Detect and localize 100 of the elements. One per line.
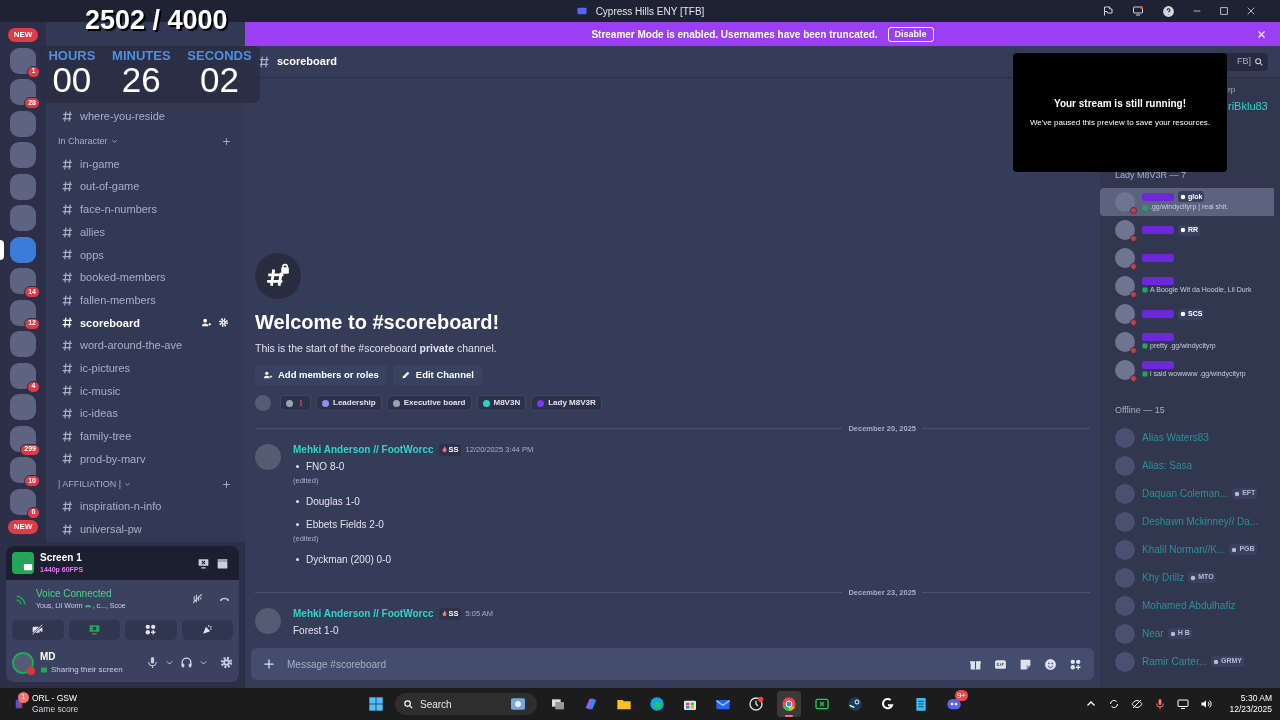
member-avatar <box>1115 220 1135 240</box>
speaker-icon[interactable] <box>1200 698 1213 710</box>
display-icon[interactable] <box>1177 698 1190 710</box>
member-item[interactable]: Alias Waters83 <box>1100 423 1274 452</box>
channel-item[interactable]: prod-by-marv <box>48 447 237 471</box>
taskbar-app-button[interactable] <box>777 691 801 717</box>
channel-item[interactable]: face-n-numbers <box>48 198 237 221</box>
channel-item[interactable]: word-around-the-ave <box>48 334 237 357</box>
channel-item[interactable]: ic-pictures <box>48 356 237 380</box>
chevron-down-icon[interactable] <box>165 658 174 667</box>
maximize-icon[interactable] <box>1219 6 1229 16</box>
add-members-button[interactable]: Add members or roles <box>255 365 387 385</box>
clock[interactable]: 5:30 AM 12/23/2025 <box>1229 693 1272 715</box>
eye-off-icon[interactable] <box>1131 698 1144 710</box>
channel-item[interactable]: universal-pw <box>48 518 237 541</box>
noise-suppression-icon[interactable] <box>191 592 204 606</box>
member-item[interactable]: Deshawn Mckinney// Da... <box>1100 507 1274 536</box>
clapper-icon[interactable] <box>216 556 229 570</box>
help-icon[interactable] <box>1162 4 1175 18</box>
member-group-header: Offline — 15 <box>1114 404 1166 417</box>
server-icon[interactable] <box>10 362 36 389</box>
camera-off-button[interactable] <box>12 619 64 640</box>
channel-item[interactable]: fallen-members <box>48 288 237 312</box>
close-icon[interactable] <box>1246 6 1256 16</box>
server-icon[interactable] <box>10 268 36 294</box>
channel-item[interactable]: ic-music <box>48 379 237 403</box>
clock-icon <box>748 696 764 712</box>
message-input[interactable]: Message #scoreboard <box>251 648 1094 680</box>
microphone-icon[interactable] <box>1154 698 1167 710</box>
flag-icon[interactable] <box>1102 5 1114 17</box>
activities-button[interactable] <box>125 619 177 640</box>
voice-status: Voice Connected <box>36 587 113 601</box>
server-icon[interactable] <box>10 79 36 105</box>
popup-text: We've paused this preview to save your resources. <box>1029 117 1211 129</box>
sync-icon[interactable] <box>1108 698 1121 710</box>
member-avatar <box>1115 539 1135 560</box>
hash-icon <box>61 522 74 536</box>
channel-item[interactable]: family-tree <box>48 424 237 448</box>
emoji-icon[interactable] <box>1044 657 1057 671</box>
sticker-icon[interactable] <box>1019 657 1032 671</box>
member-name[interactable]: Deshawn Mckinney// Da... <box>1142 514 1259 529</box>
member-name[interactable]: Khalil Norman//K... <box>1142 542 1226 557</box>
channel-item[interactable]: out-of-game <box>48 175 237 199</box>
member-item[interactable]: Mohamed Abdulhafiz <box>1100 591 1274 620</box>
hash-icon <box>61 225 74 239</box>
message-text: Forest 1-0 <box>293 624 340 638</box>
add-member-icon[interactable] <box>201 317 212 329</box>
member-item[interactable]: Alias: Sasa <box>1100 451 1274 480</box>
windows-logo-icon[interactable] <box>368 696 384 712</box>
taskbar-search-field[interactable]: Search <box>395 693 537 715</box>
taskbar-app-button[interactable]: 9+ <box>942 691 966 717</box>
member-name[interactable]: Alias Waters83 <box>1142 430 1209 445</box>
member-name[interactable]: Near <box>1142 626 1164 641</box>
channel-item[interactable]: allies <box>48 220 237 244</box>
author-name[interactable]: Mehki Anderson // FootWorcc <box>293 442 434 458</box>
hidden-name <box>1142 332 1174 341</box>
chevron-down-icon[interactable] <box>199 658 208 667</box>
member-name[interactable]: Khy Drillz <box>1142 570 1185 585</box>
channel-item[interactable]: in-game <box>48 152 237 176</box>
microphone-icon[interactable] <box>146 656 159 669</box>
channel-item[interactable]: scoreboard <box>48 311 237 335</box>
apps-icon[interactable] <box>1069 657 1082 671</box>
gif-icon[interactable] <box>994 657 1007 671</box>
hash-icon <box>61 293 74 307</box>
channel-item[interactable]: where-you-reside <box>48 105 237 128</box>
app-icon <box>575 6 588 16</box>
search-text: FB] <box>1237 54 1251 68</box>
hash-icon <box>61 407 74 421</box>
plus-icon[interactable] <box>263 658 275 670</box>
hidden-name <box>1142 310 1174 318</box>
settings-icon[interactable] <box>220 656 233 669</box>
bullet-icon <box>296 557 299 561</box>
person-icon <box>297 398 305 408</box>
add-channel-icon[interactable] <box>222 137 231 147</box>
headphones-icon[interactable] <box>180 656 193 669</box>
monitor-icon[interactable] <box>1131 5 1145 17</box>
soundboard-button[interactable] <box>181 619 233 640</box>
controller-icon <box>814 696 830 712</box>
member-avatar <box>1115 595 1135 616</box>
member-name[interactable]: Ramir Carter... <box>1142 654 1207 669</box>
add-channel-icon[interactable] <box>222 479 231 489</box>
disable-button[interactable]: Disable <box>887 26 934 42</box>
edit-channel-button[interactable]: Edit Channel <box>392 365 482 385</box>
channel-item[interactable]: ic-ideas <box>48 402 237 425</box>
server-icon[interactable] <box>10 299 36 326</box>
user-status: Sharing their screen <box>51 664 123 676</box>
member-name[interactable]: Alias: Sasa <box>1142 458 1193 473</box>
stop-stream-icon[interactable] <box>197 556 210 570</box>
channel-item[interactable]: inspiration-n-info <box>48 495 237 518</box>
screen-icon <box>40 667 48 673</box>
channel-item[interactable]: opps <box>48 243 237 267</box>
stop-stream-button[interactable] <box>68 619 120 640</box>
author-name[interactable]: Mehki Anderson // FootWorcc <box>293 606 434 621</box>
member-name[interactable]: Mohamed Abdulhafiz <box>1142 598 1236 613</box>
channel-item[interactable]: booked-members <box>48 266 237 289</box>
server-icon[interactable] <box>10 425 36 452</box>
category-header[interactable]: | AFFILIATION | <box>58 477 122 492</box>
category-header[interactable]: In Character <box>58 134 108 149</box>
server-icon[interactable] <box>10 457 36 483</box>
member-name[interactable]: Daquan Coleman... <box>1142 486 1229 501</box>
